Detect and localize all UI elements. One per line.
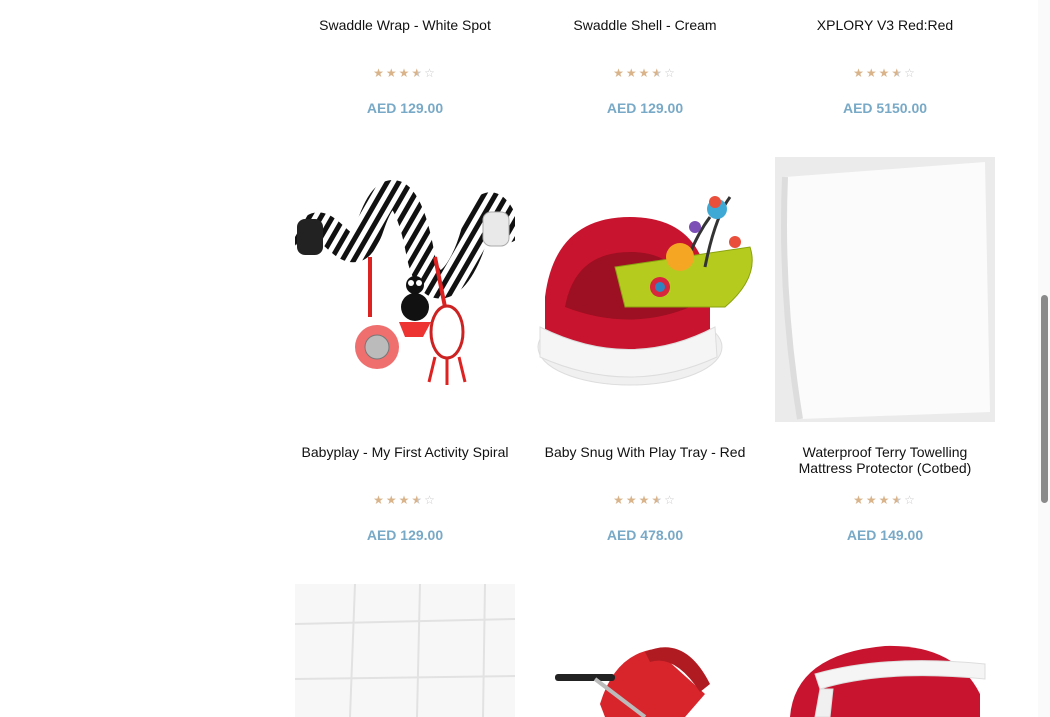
baby-snug-illustration — [537, 196, 753, 386]
star-empty-icon: ☆ — [664, 66, 677, 80]
product-title[interactable]: Waterproof Terry Towelling Mattress Prot… — [775, 444, 995, 476]
star-full-icon: ★ — [638, 493, 652, 507]
quilted-mattress-illustration — [295, 584, 515, 717]
star-full-icon: ★ — [385, 66, 399, 80]
stroller-seat-image[interactable] — [535, 584, 755, 717]
star-half-icon: ★ — [411, 66, 425, 80]
product-price: AED 129.00 — [366, 527, 444, 543]
star-full-icon: ★ — [853, 493, 866, 507]
product-title[interactable]: Swaddle Wrap - White Spot — [295, 17, 515, 33]
star-full-icon: ★ — [613, 66, 626, 80]
scrollbar-thumb[interactable] — [1041, 295, 1048, 503]
product-title[interactable]: Babyplay - My First Activity Spiral — [295, 444, 515, 460]
star-half-icon: ★ — [651, 66, 665, 80]
star-full-icon: ★ — [878, 493, 892, 507]
star-full-icon: ★ — [865, 493, 879, 507]
mattress-protector-image[interactable] — [775, 157, 995, 422]
star-half-icon: ★ — [891, 66, 905, 80]
rating-stars: ★★★★☆ — [775, 493, 995, 507]
star-empty-icon: ☆ — [904, 493, 917, 507]
star-half-icon: ★ — [651, 493, 665, 507]
stroller-seat-illustration — [555, 647, 710, 717]
mattress-protector-illustration — [775, 157, 995, 422]
rating-stars: ★★★★☆ — [295, 66, 515, 80]
activity-spiral-illustration — [295, 180, 515, 385]
star-full-icon: ★ — [865, 66, 879, 80]
star-full-icon: ★ — [385, 493, 399, 507]
star-empty-icon: ☆ — [664, 493, 677, 507]
star-full-icon: ★ — [853, 66, 866, 80]
star-full-icon: ★ — [625, 66, 639, 80]
product-title[interactable]: Swaddle Shell - Cream — [535, 17, 755, 33]
star-full-icon: ★ — [373, 493, 386, 507]
star-full-icon: ★ — [398, 493, 412, 507]
star-full-icon: ★ — [613, 493, 626, 507]
baby-snug-image[interactable] — [535, 157, 755, 422]
activity-spiral-image[interactable] — [295, 157, 515, 422]
rating-stars: ★★★★☆ — [535, 493, 755, 507]
product-price: AED 129.00 — [606, 100, 684, 116]
star-empty-icon: ☆ — [424, 66, 437, 80]
star-full-icon: ★ — [638, 66, 652, 80]
quilted-mattress-image[interactable] — [295, 584, 515, 717]
product-price: AED 129.00 — [366, 100, 444, 116]
product-price: AED 478.00 — [606, 527, 684, 543]
star-empty-icon: ☆ — [904, 66, 917, 80]
booster-seat-illustration — [790, 645, 986, 717]
star-full-icon: ★ — [398, 66, 412, 80]
rating-stars: ★★★★☆ — [775, 66, 995, 80]
product-title[interactable]: XPLORY V3 Red:Red — [775, 17, 995, 33]
star-full-icon: ★ — [878, 66, 892, 80]
star-half-icon: ★ — [411, 493, 425, 507]
product-price: AED 5150.00 — [842, 100, 928, 116]
product-price: AED 149.00 — [846, 527, 924, 543]
product-title[interactable]: Baby Snug With Play Tray - Red — [535, 444, 755, 460]
star-half-icon: ★ — [891, 493, 905, 507]
rating-stars: ★★★★☆ — [295, 493, 515, 507]
star-empty-icon: ☆ — [424, 493, 437, 507]
star-full-icon: ★ — [625, 493, 639, 507]
rating-stars: ★★★★☆ — [535, 66, 755, 80]
booster-seat-image[interactable] — [775, 584, 995, 717]
star-full-icon: ★ — [373, 66, 386, 80]
